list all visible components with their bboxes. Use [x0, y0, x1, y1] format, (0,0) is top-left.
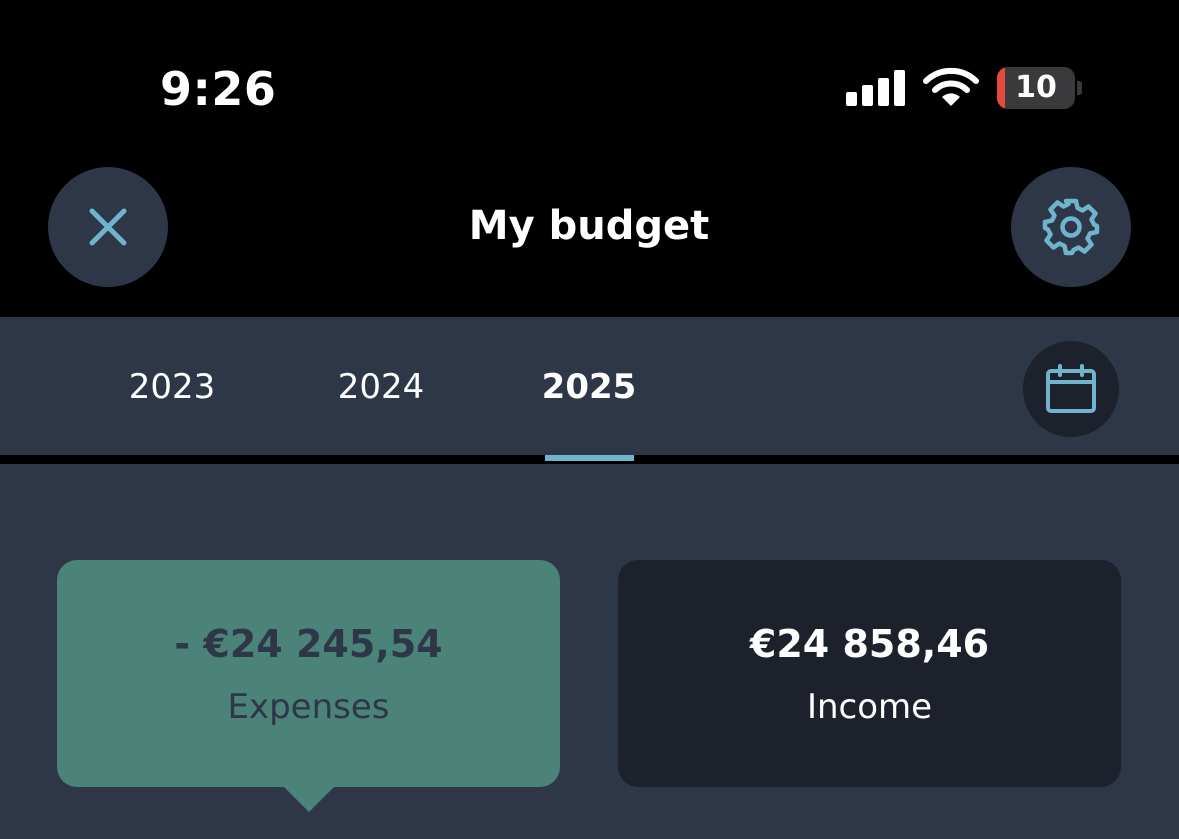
calendar-icon: [1046, 364, 1096, 413]
wifi-icon: [923, 67, 979, 106]
battery-nub: [1077, 81, 1082, 95]
close-button[interactable]: [48, 167, 168, 287]
battery-icon: 10: [997, 67, 1075, 109]
header-area: [0, 0, 1179, 317]
page-title: My budget: [468, 203, 710, 249]
expenses-card[interactable]: - €24 245,54 Expenses: [57, 560, 560, 787]
cellular-signal-icon: [846, 70, 906, 106]
settings-button[interactable]: [1011, 167, 1131, 287]
income-label: Income: [806, 687, 933, 727]
tab-2024[interactable]: 2024: [301, 367, 461, 407]
income-amount: €24 858,46: [749, 622, 990, 666]
calendar-button[interactable]: [1023, 341, 1119, 437]
gear-icon: [1042, 198, 1100, 256]
expenses-label: Expenses: [227, 687, 390, 727]
selected-card-pointer: [283, 786, 335, 812]
battery-level: 10: [1015, 70, 1057, 105]
tab-2025[interactable]: 2025: [509, 367, 669, 407]
status-time: 9:26: [160, 62, 277, 116]
income-card[interactable]: €24 858,46 Income: [618, 560, 1121, 787]
active-tab-indicator: [545, 455, 634, 461]
expenses-amount: - €24 245,54: [174, 622, 443, 666]
close-icon: [89, 208, 127, 246]
tab-2023[interactable]: 2023: [92, 367, 252, 407]
